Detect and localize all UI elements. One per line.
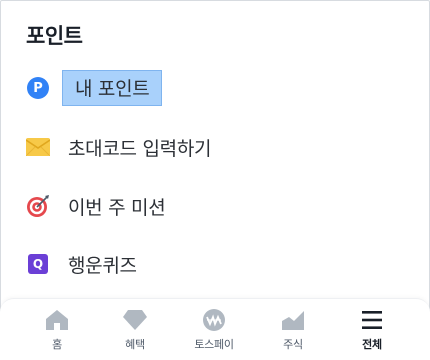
dart-target-icon <box>27 195 49 217</box>
menu-item-label-my-points: 내 포인트 <box>62 70 163 106</box>
points-p-icon: P <box>27 77 49 99</box>
envelope-icon <box>26 138 50 156</box>
toss-pay-icon <box>201 307 227 333</box>
tab-toss-pay-label: 토스페이 <box>194 338 234 351</box>
tab-home-label: 홈 <box>52 338 62 351</box>
menu-item-lucky-quiz[interactable]: Q 행운퀴즈 <box>26 247 137 281</box>
quiz-q-icon: Q <box>28 254 48 274</box>
target-icon-wrap <box>26 194 50 218</box>
tab-toss-pay[interactable]: 토스페이 <box>179 307 249 353</box>
tab-all-label: 전체 <box>362 338 382 351</box>
tab-home[interactable]: 홈 <box>22 307 92 353</box>
diamond-icon <box>122 307 148 333</box>
section-title: 포인트 <box>26 24 83 48</box>
bottom-tab-bar: 홈 혜택 토스페이 주식 전체 <box>0 298 430 360</box>
tab-benefit-label: 혜택 <box>125 338 145 351</box>
menu-item-label-invite-code: 초대코드 입력하기 <box>68 137 212 160</box>
points-icon-wrap: P <box>26 76 50 100</box>
envelope-icon-wrap <box>26 135 50 159</box>
menu-item-label-lucky-quiz: 행운퀴즈 <box>68 254 137 277</box>
stock-chart-icon <box>280 307 306 333</box>
menu-item-label-weekly-mission: 이번 주 미션 <box>68 196 166 219</box>
tab-stock-label: 주식 <box>283 338 303 351</box>
menu-lines-icon <box>359 307 385 333</box>
tab-all[interactable]: 전체 <box>337 307 407 353</box>
home-icon <box>44 307 70 333</box>
quiz-icon-wrap: Q <box>26 252 50 276</box>
tab-benefit[interactable]: 혜택 <box>100 307 170 353</box>
menu-item-invite-code[interactable]: 초대코드 입력하기 <box>26 130 211 164</box>
tab-stock[interactable]: 주식 <box>258 307 328 353</box>
menu-item-weekly-mission[interactable]: 이번 주 미션 <box>26 189 166 223</box>
menu-item-my-points[interactable]: P 내 포인트 <box>26 70 163 106</box>
